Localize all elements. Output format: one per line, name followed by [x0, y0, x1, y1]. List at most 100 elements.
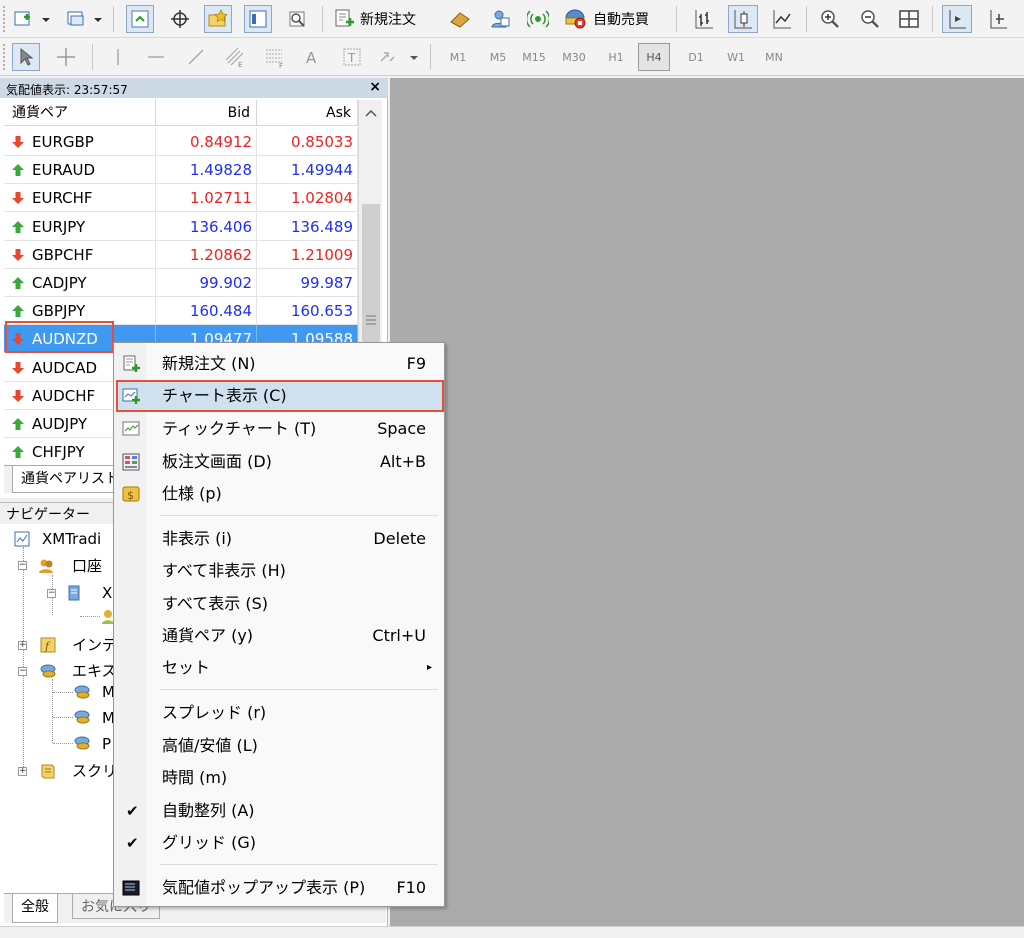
ask-price: 1.21009 [257, 240, 358, 269]
signals-button[interactable] [524, 5, 552, 33]
toolbar-grip[interactable] [3, 6, 7, 32]
menu-item-label: 仕様 (p) [162, 484, 222, 503]
tile-windows-icon [899, 10, 919, 28]
toolbar-grip[interactable] [3, 44, 7, 70]
tile-windows-button[interactable] [895, 5, 923, 33]
menu-item-10[interactable]: スプレッド (r) [116, 698, 442, 728]
crosshair-tool-button[interactable] [52, 43, 80, 71]
menu-item-shortcut: F10 [396, 878, 426, 897]
horizontal-line-button[interactable] [142, 43, 170, 71]
toolbar-separator [322, 6, 323, 32]
menu-item-2[interactable]: ティックチャート (T) Space [116, 414, 442, 444]
scroll-up-icon[interactable] [361, 103, 381, 123]
symbol-row[interactable]: EURAUD 1.49828 1.49944 [4, 156, 358, 185]
tree-item-accounts[interactable]: 口座 [72, 556, 102, 576]
symbol-row[interactable]: EURCHF 1.02711 1.02804 [4, 184, 358, 213]
column-header-ask[interactable]: Ask [257, 100, 358, 126]
vertical-line-button[interactable] [104, 43, 132, 71]
timeframe-m1-button[interactable]: M1 [442, 43, 474, 71]
line-chart-button[interactable] [768, 5, 796, 33]
text-label-icon: T [343, 48, 361, 66]
cursor-tool-button[interactable] [12, 43, 40, 71]
menu-item-8[interactable]: 通貨ペア (y) Ctrl+U [116, 621, 442, 651]
menu-item-13[interactable]: ✔ 自動整列 (A) [116, 796, 442, 826]
zoom-out-button[interactable] [856, 5, 884, 33]
strategy-tester-button[interactable] [283, 5, 311, 33]
menu-item-14[interactable]: ✔ グリッド (G) [116, 828, 442, 858]
menu-item-4[interactable]: $ 仕様 (p) [116, 479, 442, 509]
market-watch-toggle[interactable] [126, 5, 154, 33]
menu-item-11[interactable]: 高値/安値 (L) [116, 731, 442, 761]
text-tool-button[interactable]: A [298, 43, 326, 71]
expand-toggle[interactable]: + [18, 767, 27, 776]
profiles-button[interactable] [62, 5, 106, 33]
auto-scroll-button[interactable] [942, 5, 972, 33]
trendline-button[interactable] [182, 43, 210, 71]
candlestick-icon [734, 10, 752, 29]
menu-item-0[interactable]: 新規注文 (N) F9 [116, 349, 442, 379]
menu-item-15[interactable]: 気配値ポップアップ表示 (P) F10 [116, 873, 442, 903]
expand-toggle[interactable]: + [18, 641, 27, 650]
candlestick-chart-button[interactable] [728, 5, 758, 33]
collapse-toggle[interactable]: − [18, 561, 27, 570]
column-header-bid[interactable]: Bid [156, 100, 257, 126]
menu-item-7[interactable]: すべて表示 (S) [116, 589, 442, 619]
bid-price: 1.02711 [156, 184, 257, 213]
new-order-button[interactable]: 新規注文 [334, 5, 434, 33]
close-icon[interactable]: × [369, 79, 381, 95]
tree-item-indicators[interactable]: インデ [72, 635, 117, 655]
symbol-row[interactable]: CADJPY 99.902 99.987 [4, 269, 358, 297]
menu-item-12[interactable]: 時間 (m) [116, 763, 442, 793]
menu-item-3[interactable]: 板注文画面 (D) Alt+B [116, 447, 442, 477]
svg-text:$: $ [127, 489, 134, 502]
community-button[interactable] [486, 5, 514, 33]
timeframe-m5-button[interactable]: M5 [482, 43, 514, 71]
tab-general[interactable]: 全般 [12, 894, 58, 923]
indicators-icon: f [40, 637, 56, 653]
symbol-row[interactable]: EURGBP 0.84912 0.85033 [4, 128, 358, 156]
auto-trading-label: 自動売買 [593, 12, 649, 28]
equidistant-channel-button[interactable]: E [220, 43, 250, 71]
timeframe-m30-button[interactable]: M30 [558, 43, 590, 71]
scripts-icon [41, 764, 55, 779]
collapse-toggle[interactable]: − [18, 667, 27, 676]
timeframe-w1-button[interactable]: W1 [720, 43, 752, 71]
chart-workspace[interactable] [390, 78, 1024, 926]
bar-chart-button[interactable] [690, 5, 718, 33]
column-header-symbol[interactable]: 通貨ペア [4, 100, 156, 126]
timeframe-h1-button[interactable]: H1 [600, 43, 632, 71]
timeframe-mn-button[interactable]: MN [758, 43, 790, 71]
timeframe-h4-button[interactable]: H4 [638, 43, 670, 71]
arrows-dropdown-button[interactable] [376, 43, 422, 71]
text-label-button[interactable]: T [338, 43, 366, 71]
menu-item-6[interactable]: すべて非表示 (H) [116, 556, 442, 586]
meta-editor-button[interactable] [446, 5, 474, 33]
symbol-row[interactable]: EURJPY 136.406 136.489 [4, 212, 358, 241]
auto-trading-button[interactable]: 自動売買 [563, 5, 665, 33]
menu-item-9[interactable]: セット ▸ [116, 653, 442, 683]
toolbar-separator [430, 44, 431, 70]
tree-item-root[interactable]: XMTradi [42, 529, 101, 549]
zoom-out-icon [861, 10, 879, 28]
fibonacci-button[interactable]: F [260, 43, 290, 71]
chart-window-icon [122, 388, 140, 404]
menu-item-5[interactable]: 非表示 (i) Delete [116, 524, 442, 554]
menu-item-open-chart[interactable]: チャート表示 (C) [116, 381, 442, 411]
grip-lines-icon [366, 315, 376, 325]
terminal-toggle[interactable] [244, 5, 272, 33]
accounts-icon [39, 559, 53, 573]
tree-item-experts[interactable]: エキス [72, 661, 117, 681]
timeframe-m15-button[interactable]: M15 [518, 43, 550, 71]
tree-item-expert[interactable]: P [102, 734, 111, 754]
collapse-toggle[interactable]: − [47, 589, 56, 598]
timeframe-d1-button[interactable]: D1 [680, 43, 712, 71]
tree-item-account[interactable]: X [102, 583, 112, 603]
new-chart-button[interactable] [10, 5, 54, 33]
zoom-in-button[interactable] [816, 5, 844, 33]
navigator-toggle[interactable] [204, 5, 232, 33]
symbol-row[interactable]: GBPCHF 1.20862 1.21009 [4, 240, 358, 269]
tree-line [80, 616, 100, 617]
tab-symbols[interactable]: 通貨ペアリスト [12, 466, 128, 493]
chart-shift-button[interactable] [984, 5, 1012, 33]
data-window-button[interactable] [166, 5, 194, 33]
